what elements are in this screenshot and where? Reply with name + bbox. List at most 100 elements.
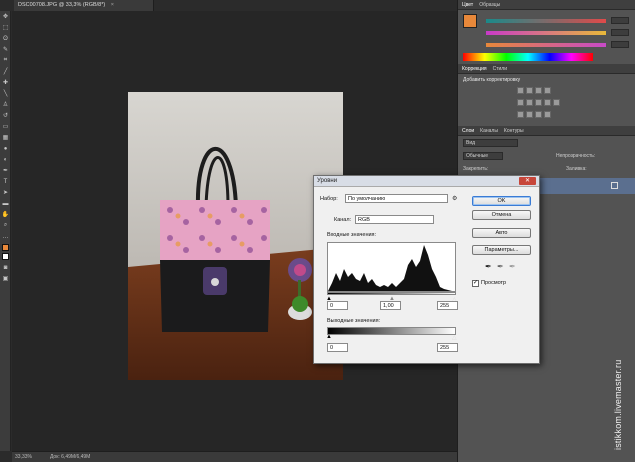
zoom-icon[interactable]: ⌕ — [0, 220, 11, 231]
document-image[interactable] — [128, 92, 343, 380]
gray-eyedropper-icon[interactable]: ✒ — [497, 262, 504, 271]
background-color-swatch[interactable] — [1, 253, 9, 260]
tab-corrections[interactable]: Коррекция — [462, 66, 487, 72]
color-panel-tabs: Цвет Образцы — [458, 0, 635, 10]
auto-button[interactable]: Авто — [472, 228, 531, 238]
output-black-field[interactable]: 0 — [327, 343, 348, 352]
gradient-icon[interactable]: ▦ — [0, 132, 11, 143]
brush-icon[interactable]: ╲ — [0, 88, 11, 99]
input-gradient — [327, 292, 456, 295]
tab-color[interactable]: Цвет — [462, 2, 473, 8]
output-white-field[interactable]: 255 — [437, 343, 458, 352]
output-levels-label: Выходные значения: — [327, 318, 381, 324]
color-panel-foreground-swatch[interactable] — [463, 14, 477, 28]
black-eyedropper-icon[interactable]: ✒ — [485, 262, 492, 271]
ok-button[interactable]: OK — [472, 196, 531, 206]
bag-photo — [128, 92, 343, 380]
tab-swatches[interactable]: Образцы — [479, 2, 500, 8]
crop-icon[interactable]: ⌗ — [0, 55, 11, 66]
histogram — [327, 242, 457, 292]
dialog-close-button[interactable]: ✕ — [519, 177, 536, 185]
move-icon[interactable]: ✥ — [0, 11, 11, 22]
lock-label: Закрепить: — [463, 166, 489, 172]
tab-styles[interactable]: Стили — [493, 66, 507, 72]
stamp-icon[interactable]: ♙ — [0, 99, 11, 110]
eyedropper-icon[interactable]: ╱ — [0, 66, 11, 77]
gradient-map-icon[interactable] — [544, 111, 551, 118]
preset-options-icon[interactable]: ⚙ — [452, 195, 457, 202]
document-tab[interactable]: DSC00708.JPG @ 33,3% (RGB/8*) × — [14, 0, 154, 11]
threshold-icon[interactable] — [535, 111, 542, 118]
healing-icon[interactable]: ✚ — [0, 77, 11, 88]
document-title: DSC00708.JPG @ 33,3% (RGB/8*) — [18, 2, 106, 8]
output-white-slider[interactable]: △ — [452, 334, 457, 341]
input-white-field[interactable]: 255 — [437, 301, 458, 310]
green-slider[interactable] — [486, 31, 606, 35]
spectrum-bar[interactable] — [463, 53, 593, 61]
posterize-icon[interactable] — [526, 111, 533, 118]
output-black-slider[interactable]: ▲ — [326, 334, 332, 340]
fill-label: Заливка: — [566, 166, 587, 172]
blue-slider[interactable] — [486, 43, 606, 47]
cancel-button[interactable]: Отмена — [472, 210, 531, 220]
input-black-field[interactable]: 0 — [327, 301, 348, 310]
watermark: istikkom.livemaster.ru — [613, 359, 623, 450]
blur-icon[interactable]: ● — [0, 143, 11, 154]
hue-icon[interactable] — [526, 99, 533, 106]
dialog-title: Уровни — [314, 176, 539, 187]
correction-panel-tabs: Коррекция Стили — [458, 64, 635, 74]
blend-mode-select[interactable]: Обычные — [463, 152, 503, 160]
bw-icon[interactable] — [544, 99, 551, 106]
input-levels-label: Входные значения: — [327, 232, 377, 238]
red-value[interactable] — [611, 17, 629, 24]
balance-icon[interactable] — [535, 99, 542, 106]
screen-mode-icon[interactable]: ▣ — [0, 273, 11, 284]
layer-kind-filter[interactable]: Вид — [463, 139, 518, 147]
tab-paths[interactable]: Контуры — [504, 128, 524, 134]
tab-channels[interactable]: Каналы — [480, 128, 498, 134]
add-correction-label: Добавить корректировку — [463, 77, 521, 83]
tab-layers[interactable]: Слои — [462, 128, 474, 134]
levels-icon[interactable] — [526, 87, 533, 94]
channel-label: Канал: — [334, 217, 352, 223]
input-gamma-field[interactable]: 1,00 — [380, 301, 401, 310]
preview-checkbox[interactable]: ✓ — [472, 280, 479, 287]
status-bar: 33,33% Док: 6,49M/6,49M — [12, 451, 457, 462]
layers-panel-tabs: Слои Каналы Контуры — [458, 126, 635, 136]
hand-icon[interactable]: ✋ — [0, 209, 11, 220]
tab-close-icon[interactable]: × — [111, 2, 114, 8]
brightness-icon[interactable] — [517, 87, 524, 94]
zoom-level[interactable]: 33,33% — [15, 454, 32, 460]
correction-icons — [516, 87, 561, 120]
blue-value[interactable] — [611, 41, 629, 48]
doc-size: Док: 6,49M/6,49M — [49, 454, 91, 460]
lock-icon — [611, 182, 618, 189]
type-icon[interactable]: T — [0, 176, 11, 187]
green-value[interactable] — [611, 29, 629, 36]
channel-select[interactable]: RGB — [355, 215, 434, 224]
exposure-icon[interactable] — [544, 87, 551, 94]
photo-filter-icon[interactable] — [553, 99, 560, 106]
shape-icon[interactable]: ▬ — [0, 198, 11, 209]
marquee-icon[interactable]: ⬚ — [0, 22, 11, 33]
tools-panel: ✥ ⬚ ʘ ✎ ⌗ ╱ ✚ ╲ ♙ ↺ ▭ ▦ ● ◐ ✒ T ➤ ▬ ✋ ⌕ … — [0, 11, 11, 451]
invert-icon[interactable] — [517, 111, 524, 118]
options-button[interactable]: Параметры... — [472, 245, 531, 255]
more-tools-icon[interactable]: … — [0, 231, 11, 242]
quick-mask-icon[interactable]: ◙ — [0, 262, 11, 273]
history-brush-icon[interactable]: ↺ — [0, 110, 11, 121]
foreground-color-swatch[interactable] — [1, 244, 9, 251]
output-gradient — [327, 327, 456, 335]
opacity-label: Непрозрачность: — [556, 153, 596, 159]
quick-select-icon[interactable]: ✎ — [0, 44, 11, 55]
curves-icon[interactable] — [535, 87, 542, 94]
vibrance-icon[interactable] — [517, 99, 524, 106]
red-slider[interactable] — [486, 19, 606, 23]
eraser-icon[interactable]: ▭ — [0, 121, 11, 132]
path-select-icon[interactable]: ➤ — [0, 187, 11, 198]
lasso-icon[interactable]: ʘ — [0, 33, 11, 44]
white-eyedropper-icon[interactable]: ✒ — [509, 262, 516, 271]
preset-select[interactable]: По умолчанию — [345, 194, 448, 203]
pen-icon[interactable]: ✒ — [0, 165, 11, 176]
dodge-icon[interactable]: ◐ — [0, 154, 11, 165]
